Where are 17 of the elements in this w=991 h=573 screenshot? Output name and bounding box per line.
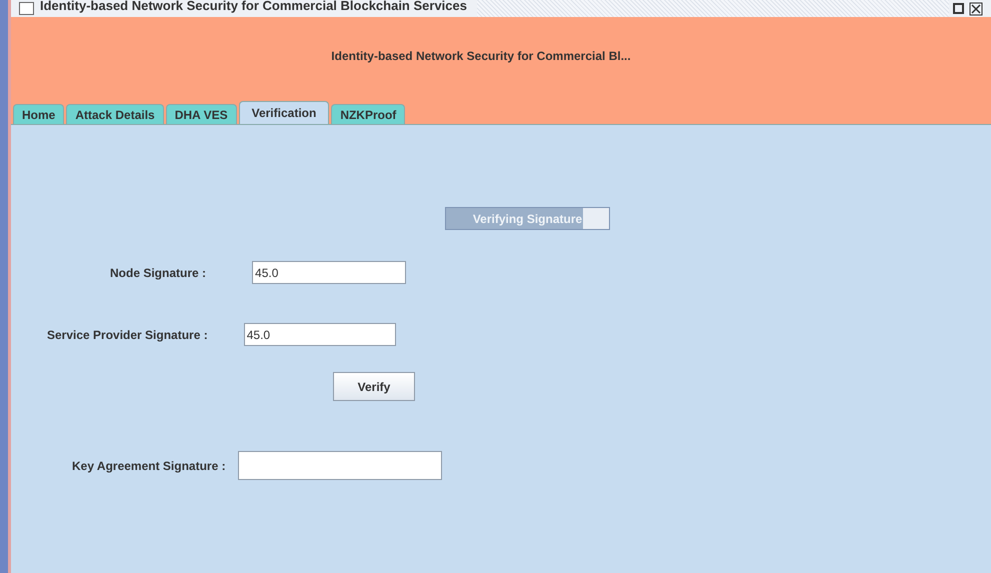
tab[interactable]: Attack Details	[66, 104, 164, 124]
field-label: Key Agreement Signature :	[72, 458, 226, 472]
tab[interactable]: Verification	[238, 101, 330, 124]
tab[interactable]: DHA VES	[166, 104, 237, 124]
field-label: Service Provider Signature :	[47, 328, 208, 342]
input-field[interactable]: 45.0	[252, 261, 406, 284]
tab[interactable]: Home	[13, 104, 64, 124]
input-field[interactable]	[238, 451, 442, 480]
verify-button[interactable]: Verify	[333, 372, 415, 401]
tab[interactable]: NZKProof	[331, 104, 406, 124]
field-label: Node Signature :	[110, 266, 206, 280]
window-icon	[19, 2, 34, 15]
close-icon[interactable]	[967, 0, 985, 16]
progress-label: Verifying Signature	[472, 212, 584, 226]
input-field[interactable]: 45.0	[244, 323, 396, 346]
window-title: Identity-based Network Security for Commercial Blockchain Services	[40, 0, 468, 13]
header-title: Identity-based Network Security for Commercial Bl...	[330, 48, 632, 65]
